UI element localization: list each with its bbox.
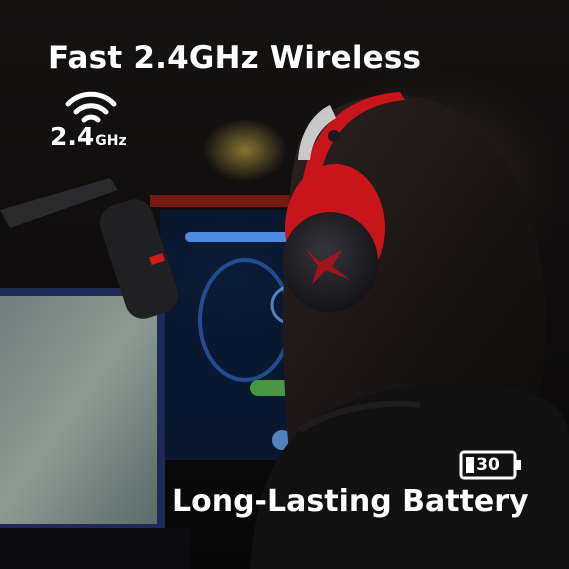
wifi-icon (65, 91, 117, 123)
product-image: Fast 2.4GHz Wireless 2.4GHz 30 Long-Last… (0, 0, 569, 569)
frequency-label: 2.4GHz (50, 122, 127, 151)
battery-hours: 30 (476, 455, 500, 475)
frequency-unit: GHz (95, 133, 127, 149)
monitor (0, 288, 190, 569)
headline: Fast 2.4GHz Wireless (48, 40, 422, 76)
battery-caption: Long-Lasting Battery (172, 484, 529, 519)
frequency-value: 2.4 (50, 122, 95, 151)
